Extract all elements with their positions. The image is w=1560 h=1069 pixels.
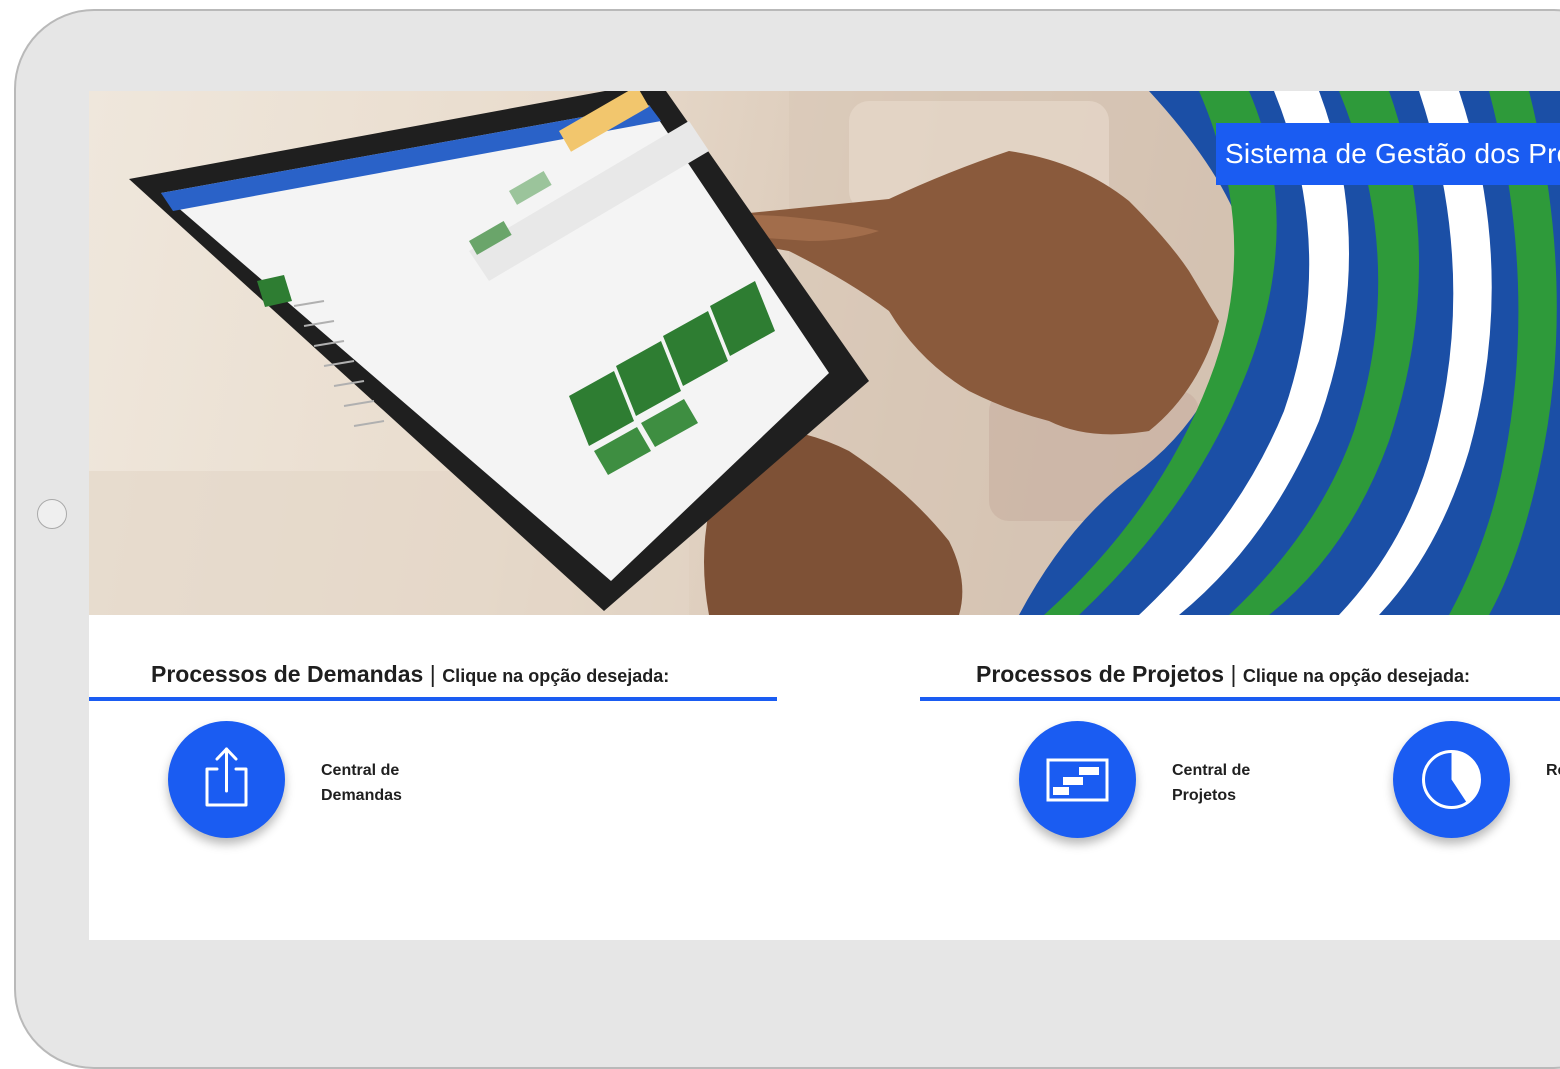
hero-banner: Sistema de Gestão dos Processos (89, 91, 1560, 615)
section-title-text: Processos de Demandas (151, 661, 424, 687)
share-upload-icon (205, 747, 248, 807)
central-de-projetos-label[interactable]: Central de Projetos (1172, 758, 1312, 808)
label-line: Re (1546, 762, 1560, 779)
section-title-text: Processos de Projetos (976, 661, 1224, 687)
section-header-projetos: Processos de Projetos | Clique na opção … (920, 657, 1560, 701)
label-line: Central de (321, 762, 400, 779)
section-title-demandas: Processos de Demandas | Clique na opção … (151, 661, 669, 688)
title-separator: | (1230, 661, 1237, 687)
gantt-icon (1046, 758, 1109, 802)
label-line: Central de (1172, 762, 1251, 779)
central-de-demandas-button[interactable] (168, 721, 285, 838)
label-line: Projetos (1172, 787, 1237, 804)
app-screen: Sistema de Gestão dos Processos Processo… (89, 91, 1560, 940)
home-button[interactable] (37, 499, 67, 529)
relatorios-button[interactable] (1393, 721, 1510, 838)
section-subtitle: Clique na opção desejada: (442, 666, 670, 686)
label-line: Demandas (321, 787, 402, 804)
section-subtitle: Clique na opção desejada: (1242, 666, 1470, 686)
relatorios-label[interactable]: Re (1546, 758, 1560, 783)
pie-chart-icon (1422, 750, 1481, 809)
central-de-demandas-label[interactable]: Central de Demandas (321, 758, 461, 808)
section-header-demandas: Processos de Demandas | Clique na opção … (89, 657, 777, 701)
section-title-projetos: Processos de Projetos | Clique na opção … (976, 661, 1470, 688)
central-de-projetos-button[interactable] (1019, 721, 1136, 838)
title-separator: | (429, 661, 436, 687)
hero-title: Sistema de Gestão dos Processos (1216, 123, 1560, 185)
